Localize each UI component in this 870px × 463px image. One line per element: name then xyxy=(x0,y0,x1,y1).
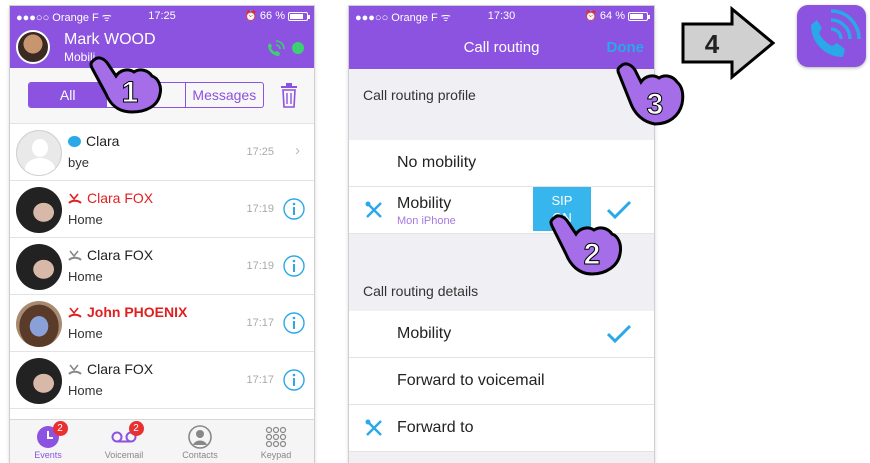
app-icon[interactable] xyxy=(797,5,866,67)
call-icon xyxy=(68,364,82,375)
info-icon[interactable] xyxy=(283,198,305,220)
profile-name: Mark WOOD xyxy=(64,31,156,48)
event-contact: Clara FOX xyxy=(68,361,153,377)
info-icon[interactable] xyxy=(283,255,305,277)
event-time: 17:17 xyxy=(246,374,274,386)
message-icon xyxy=(68,135,81,147)
missed-call-icon xyxy=(68,307,82,318)
step-number: 3 xyxy=(647,88,664,121)
battery-indicator: ⏰ 66 % xyxy=(244,10,310,22)
wifi-call-icon xyxy=(268,40,285,56)
battery-icon xyxy=(288,11,310,21)
event-time: 17:17 xyxy=(246,317,274,329)
tab-label: Keypad xyxy=(260,450,292,460)
status-bar: ●●●○○ Orange F ᯤ 17:25 ⏰ 66 % xyxy=(10,6,314,26)
arrow-right-icon: 4 xyxy=(681,6,776,80)
info-icon[interactable] xyxy=(283,312,305,334)
step-number: 1 xyxy=(122,76,139,109)
list-item[interactable]: Clara FOX Home 17:19 xyxy=(10,238,314,295)
event-contact: Clara FOX xyxy=(68,190,153,206)
pointing-hand-icon: 1 xyxy=(89,56,162,114)
event-time: 17:25 xyxy=(246,146,274,158)
tab-label: Events xyxy=(34,450,62,460)
option-mobility-detail[interactable]: Mobility xyxy=(349,311,654,358)
event-contact: Clara xyxy=(68,133,119,149)
list-item[interactable]: John PHOENIX Home 17:17 xyxy=(10,295,314,352)
tab-label: Voicemail xyxy=(104,450,144,460)
tab-voicemail[interactable]: 2 Voicemail xyxy=(86,420,162,463)
status-bar: ●●●○○ Orange F ᯤ 17:30 ⏰ 64 % xyxy=(349,6,654,26)
tools-icon xyxy=(365,201,382,218)
tab-bar: 2 Events 2 Voicemail Contacts Keypad xyxy=(10,419,314,463)
events-badge: 2 xyxy=(52,421,68,436)
avatar xyxy=(16,187,62,233)
checkmark-icon xyxy=(606,324,632,344)
avatar xyxy=(16,244,62,290)
presence-icon xyxy=(292,42,304,54)
call-icon xyxy=(68,250,82,261)
event-time: 17:19 xyxy=(246,260,274,272)
option-label: No mobility xyxy=(397,154,477,171)
step-number: 2 xyxy=(584,238,601,271)
event-detail: Home xyxy=(68,326,103,341)
option-label: Mobility xyxy=(397,325,452,342)
list-item[interactable]: Clara FOX Home 17:17 xyxy=(10,352,314,409)
tab-events[interactable]: 2 Events xyxy=(10,420,86,463)
option-label: Mobility xyxy=(397,195,452,212)
section-header-profile: Call routing profile xyxy=(363,87,476,103)
tools-icon xyxy=(365,419,382,436)
avatar xyxy=(16,130,62,176)
option-forward-to[interactable]: Forward to xyxy=(349,405,654,452)
nav-bar: Call routing Done xyxy=(349,26,654,69)
pointing-hand-icon: 2 xyxy=(549,214,622,276)
filter-messages[interactable]: Messages xyxy=(186,83,263,107)
tab-keypad[interactable]: Keypad xyxy=(238,420,314,463)
device-name: Mon iPhone xyxy=(397,215,456,227)
wifi-call-icon xyxy=(811,9,861,57)
event-contact: Clara FOX xyxy=(68,247,153,263)
option-label: Forward to voicemail xyxy=(397,372,545,389)
list-item[interactable]: Clara bye 17:25 › xyxy=(10,124,314,181)
battery-icon xyxy=(628,11,650,21)
trash-icon[interactable] xyxy=(280,82,298,108)
keypad-icon xyxy=(265,426,287,448)
avatar xyxy=(16,358,62,404)
option-forward-voicemail[interactable]: Forward to voicemail xyxy=(349,358,654,405)
event-detail: Home xyxy=(68,212,103,227)
step-number: 4 xyxy=(705,29,720,59)
voicemail-badge: 2 xyxy=(128,421,144,436)
avatar xyxy=(16,301,62,347)
chevron-right-icon[interactable]: › xyxy=(295,142,300,159)
info-icon[interactable] xyxy=(283,369,305,391)
missed-call-icon xyxy=(68,193,82,204)
pointing-hand-icon: 3 xyxy=(616,62,685,126)
list-item[interactable]: Clara FOX Home 17:19 xyxy=(10,181,314,238)
tab-label: Contacts xyxy=(182,450,218,460)
contact-icon xyxy=(188,425,212,449)
done-button[interactable]: Done xyxy=(607,39,645,56)
avatar[interactable] xyxy=(16,30,50,64)
event-contact: John PHOENIX xyxy=(68,304,187,320)
alarm-icon: ⏰ xyxy=(584,10,597,22)
option-no-mobility[interactable]: No mobility xyxy=(349,140,654,187)
event-detail: bye xyxy=(68,155,89,170)
event-list: Clara bye 17:25 › Clara FOX Home 17:19 C… xyxy=(10,124,314,419)
event-time: 17:19 xyxy=(246,203,274,215)
alarm-icon: ⏰ xyxy=(244,10,257,22)
battery-indicator: ⏰ 64 % xyxy=(584,10,650,22)
event-detail: Home xyxy=(68,269,103,284)
event-detail: Home xyxy=(68,383,103,398)
option-label: Forward to xyxy=(397,419,474,436)
tab-contacts[interactable]: Contacts xyxy=(162,420,238,463)
